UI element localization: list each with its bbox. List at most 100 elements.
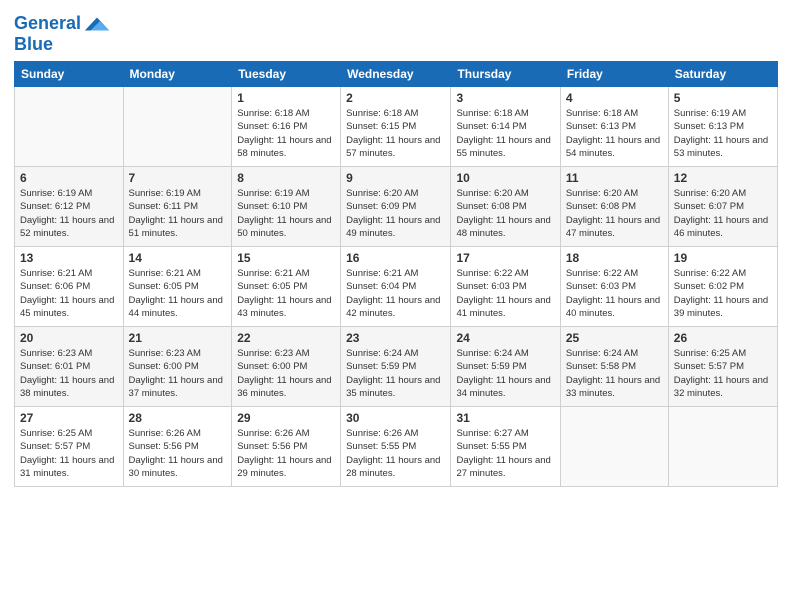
day-info: Sunrise: 6:18 AMSunset: 6:14 PMDaylight:… xyxy=(456,107,554,160)
calendar-cell xyxy=(15,87,124,167)
calendar-cell: 14Sunrise: 6:21 AMSunset: 6:05 PMDayligh… xyxy=(123,247,232,327)
day-info: Sunrise: 6:25 AMSunset: 5:57 PMDaylight:… xyxy=(20,427,118,480)
calendar-cell: 2 Sunrise: 6:18 AMSunset: 6:15 PMDaylight… xyxy=(341,87,451,167)
day-number: 1 xyxy=(237,91,335,105)
day-info: Sunrise: 6:23 AMSunset: 6:01 PMDaylight:… xyxy=(20,347,118,400)
calendar-cell: 7Sunrise: 6:19 AMSunset: 6:11 PMDaylight… xyxy=(123,167,232,247)
day-info: Sunrise: 6:19 AMSunset: 6:10 PMDaylight:… xyxy=(237,187,335,240)
day-info: Sunrise: 6:24 AMSunset: 5:59 PMDaylight:… xyxy=(456,347,554,400)
calendar-cell: 24 Sunrise: 6:24 AMSunset: 5:59 PMDayligh… xyxy=(451,327,560,407)
day-info: Sunrise: 6:21 AMSunset: 6:04 PMDaylight:… xyxy=(346,267,445,320)
day-number: 30 xyxy=(346,411,445,425)
day-number: 29 xyxy=(237,411,335,425)
logo-text: General xyxy=(14,14,81,34)
day-number: 9 xyxy=(346,171,445,185)
day-info: Sunrise: 6:25 AMSunset: 5:57 PMDaylight:… xyxy=(674,347,772,400)
day-number: 11 xyxy=(566,171,663,185)
calendar-day-header: Friday xyxy=(560,62,668,87)
calendar-cell: 13 Sunrise: 6:21 AMSunset: 6:06 PMDayligh… xyxy=(15,247,124,327)
day-number: 7 xyxy=(129,171,227,185)
calendar-cell: 23 Sunrise: 6:24 AMSunset: 5:59 PMDayligh… xyxy=(341,327,451,407)
day-info: Sunrise: 6:19 AMSunset: 6:12 PMDaylight:… xyxy=(20,187,118,240)
logo: General Blue xyxy=(14,10,111,55)
day-info: Sunrise: 6:23 AMSunset: 6:00 PMDaylight:… xyxy=(237,347,335,400)
day-info: Sunrise: 6:23 AMSunset: 6:00 PMDaylight:… xyxy=(129,347,227,400)
day-info: Sunrise: 6:18 AMSunset: 6:15 PMDaylight:… xyxy=(346,107,445,160)
day-number: 22 xyxy=(237,331,335,345)
calendar-cell: 4Sunrise: 6:18 AMSunset: 6:13 PMDaylight… xyxy=(560,87,668,167)
day-number: 16 xyxy=(346,251,445,265)
calendar-header-row: SundayMondayTuesdayWednesdayThursdayFrid… xyxy=(15,62,778,87)
day-number: 3 xyxy=(456,91,554,105)
day-info: Sunrise: 6:20 AMSunset: 6:07 PMDaylight:… xyxy=(674,187,772,240)
calendar-cell: 21 Sunrise: 6:23 AMSunset: 6:00 PMDayligh… xyxy=(123,327,232,407)
day-number: 4 xyxy=(566,91,663,105)
day-number: 15 xyxy=(237,251,335,265)
calendar-cell: 3 Sunrise: 6:18 AMSunset: 6:14 PMDaylight… xyxy=(451,87,560,167)
day-number: 26 xyxy=(674,331,772,345)
day-number: 5 xyxy=(674,91,772,105)
calendar-cell: 18Sunrise: 6:22 AMSunset: 6:03 PMDayligh… xyxy=(560,247,668,327)
calendar-cell xyxy=(560,407,668,487)
page: General Blue SundayMondayTuesdayWednesda… xyxy=(0,0,792,612)
calendar-cell: 25 Sunrise: 6:24 AMSunset: 5:58 PMDayligh… xyxy=(560,327,668,407)
day-number: 31 xyxy=(456,411,554,425)
calendar-day-header: Saturday xyxy=(668,62,777,87)
logo-icon xyxy=(83,10,111,38)
day-info: Sunrise: 6:20 AMSunset: 6:08 PMDaylight:… xyxy=(456,187,554,240)
calendar-week-row: 6 Sunrise: 6:19 AMSunset: 6:12 PMDaylight… xyxy=(15,167,778,247)
day-number: 13 xyxy=(20,251,118,265)
day-number: 10 xyxy=(456,171,554,185)
calendar-week-row: 20 Sunrise: 6:23 AMSunset: 6:01 PMDayligh… xyxy=(15,327,778,407)
calendar-cell: 10 Sunrise: 6:20 AMSunset: 6:08 PMDayligh… xyxy=(451,167,560,247)
calendar-cell: 9 Sunrise: 6:20 AMSunset: 6:09 PMDaylight… xyxy=(341,167,451,247)
day-info: Sunrise: 6:22 AMSunset: 6:03 PMDaylight:… xyxy=(456,267,554,320)
calendar-cell: 17Sunrise: 6:22 AMSunset: 6:03 PMDayligh… xyxy=(451,247,560,327)
day-info: Sunrise: 6:22 AMSunset: 6:03 PMDaylight:… xyxy=(566,267,663,320)
day-info: Sunrise: 6:21 AMSunset: 6:06 PMDaylight:… xyxy=(20,267,118,320)
day-info: Sunrise: 6:19 AMSunset: 6:13 PMDaylight:… xyxy=(674,107,772,160)
day-info: Sunrise: 6:26 AMSunset: 5:56 PMDaylight:… xyxy=(129,427,227,480)
calendar-cell: 8 Sunrise: 6:19 AMSunset: 6:10 PMDaylight… xyxy=(232,167,341,247)
calendar-cell xyxy=(123,87,232,167)
day-number: 28 xyxy=(129,411,227,425)
day-info: Sunrise: 6:26 AMSunset: 5:55 PMDaylight:… xyxy=(346,427,445,480)
day-info: Sunrise: 6:21 AMSunset: 6:05 PMDaylight:… xyxy=(237,267,335,320)
calendar-week-row: 13 Sunrise: 6:21 AMSunset: 6:06 PMDayligh… xyxy=(15,247,778,327)
day-number: 20 xyxy=(20,331,118,345)
calendar-cell: 11 Sunrise: 6:20 AMSunset: 6:08 PMDayligh… xyxy=(560,167,668,247)
calendar-cell xyxy=(668,407,777,487)
day-number: 24 xyxy=(456,331,554,345)
calendar-cell: 5 Sunrise: 6:19 AMSunset: 6:13 PMDaylight… xyxy=(668,87,777,167)
day-info: Sunrise: 6:26 AMSunset: 5:56 PMDaylight:… xyxy=(237,427,335,480)
calendar-day-header: Wednesday xyxy=(341,62,451,87)
calendar-cell: 20 Sunrise: 6:23 AMSunset: 6:01 PMDayligh… xyxy=(15,327,124,407)
day-number: 19 xyxy=(674,251,772,265)
day-number: 8 xyxy=(237,171,335,185)
calendar-cell: 28 Sunrise: 6:26 AMSunset: 5:56 PMDayligh… xyxy=(123,407,232,487)
day-info: Sunrise: 6:24 AMSunset: 5:59 PMDaylight:… xyxy=(346,347,445,400)
calendar-day-header: Sunday xyxy=(15,62,124,87)
calendar-cell: 16 Sunrise: 6:21 AMSunset: 6:04 PMDayligh… xyxy=(341,247,451,327)
calendar-table: SundayMondayTuesdayWednesdayThursdayFrid… xyxy=(14,61,778,487)
calendar-cell: 30 Sunrise: 6:26 AMSunset: 5:55 PMDayligh… xyxy=(341,407,451,487)
calendar-cell: 19Sunrise: 6:22 AMSunset: 6:02 PMDayligh… xyxy=(668,247,777,327)
day-info: Sunrise: 6:27 AMSunset: 5:55 PMDaylight:… xyxy=(456,427,554,480)
calendar-cell: 12Sunrise: 6:20 AMSunset: 6:07 PMDayligh… xyxy=(668,167,777,247)
day-number: 21 xyxy=(129,331,227,345)
day-number: 6 xyxy=(20,171,118,185)
calendar-day-header: Thursday xyxy=(451,62,560,87)
day-info: Sunrise: 6:20 AMSunset: 6:09 PMDaylight:… xyxy=(346,187,445,240)
day-info: Sunrise: 6:24 AMSunset: 5:58 PMDaylight:… xyxy=(566,347,663,400)
calendar-week-row: 27 Sunrise: 6:25 AMSunset: 5:57 PMDayligh… xyxy=(15,407,778,487)
calendar-cell: 27 Sunrise: 6:25 AMSunset: 5:57 PMDayligh… xyxy=(15,407,124,487)
calendar-cell: 29 Sunrise: 6:26 AMSunset: 5:56 PMDayligh… xyxy=(232,407,341,487)
day-number: 27 xyxy=(20,411,118,425)
day-number: 25 xyxy=(566,331,663,345)
day-number: 14 xyxy=(129,251,227,265)
day-info: Sunrise: 6:20 AMSunset: 6:08 PMDaylight:… xyxy=(566,187,663,240)
day-number: 23 xyxy=(346,331,445,345)
calendar-cell: 6 Sunrise: 6:19 AMSunset: 6:12 PMDaylight… xyxy=(15,167,124,247)
calendar-day-header: Tuesday xyxy=(232,62,341,87)
day-number: 2 xyxy=(346,91,445,105)
